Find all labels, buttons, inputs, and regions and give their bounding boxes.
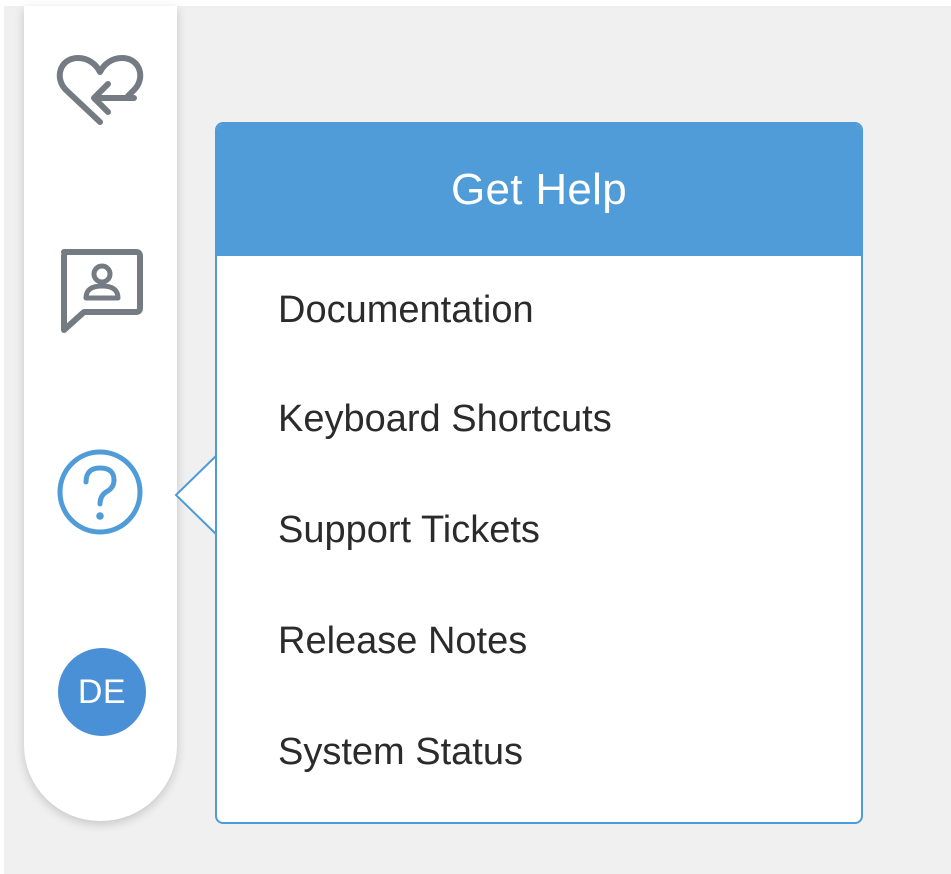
- help-menu-title: Get Help: [217, 124, 861, 256]
- contact-button[interactable]: [54, 242, 146, 334]
- help-button[interactable]: [54, 446, 146, 538]
- help-menu-list: Documentation Keyboard Shortcuts Support…: [217, 256, 861, 808]
- avatar-initials: DE: [77, 672, 127, 711]
- menu-item-keyboard-shortcuts[interactable]: Keyboard Shortcuts: [217, 364, 861, 475]
- question-circle-icon: [57, 449, 143, 535]
- app-background: DE Get Help Documentation Keyboard Short…: [4, 6, 951, 874]
- heart-arrow-icon: [56, 55, 144, 125]
- favorites-button[interactable]: [54, 50, 146, 132]
- menu-item-release-notes[interactable]: Release Notes: [217, 586, 861, 697]
- avatar[interactable]: DE: [58, 648, 146, 736]
- help-menu: Get Help Documentation Keyboard Shortcut…: [215, 122, 863, 824]
- menu-item-support-tickets[interactable]: Support Tickets: [217, 475, 861, 586]
- contact-card-icon: [61, 249, 143, 333]
- menu-item-system-status[interactable]: System Status: [217, 697, 861, 808]
- menu-item-documentation[interactable]: Documentation: [217, 256, 861, 364]
